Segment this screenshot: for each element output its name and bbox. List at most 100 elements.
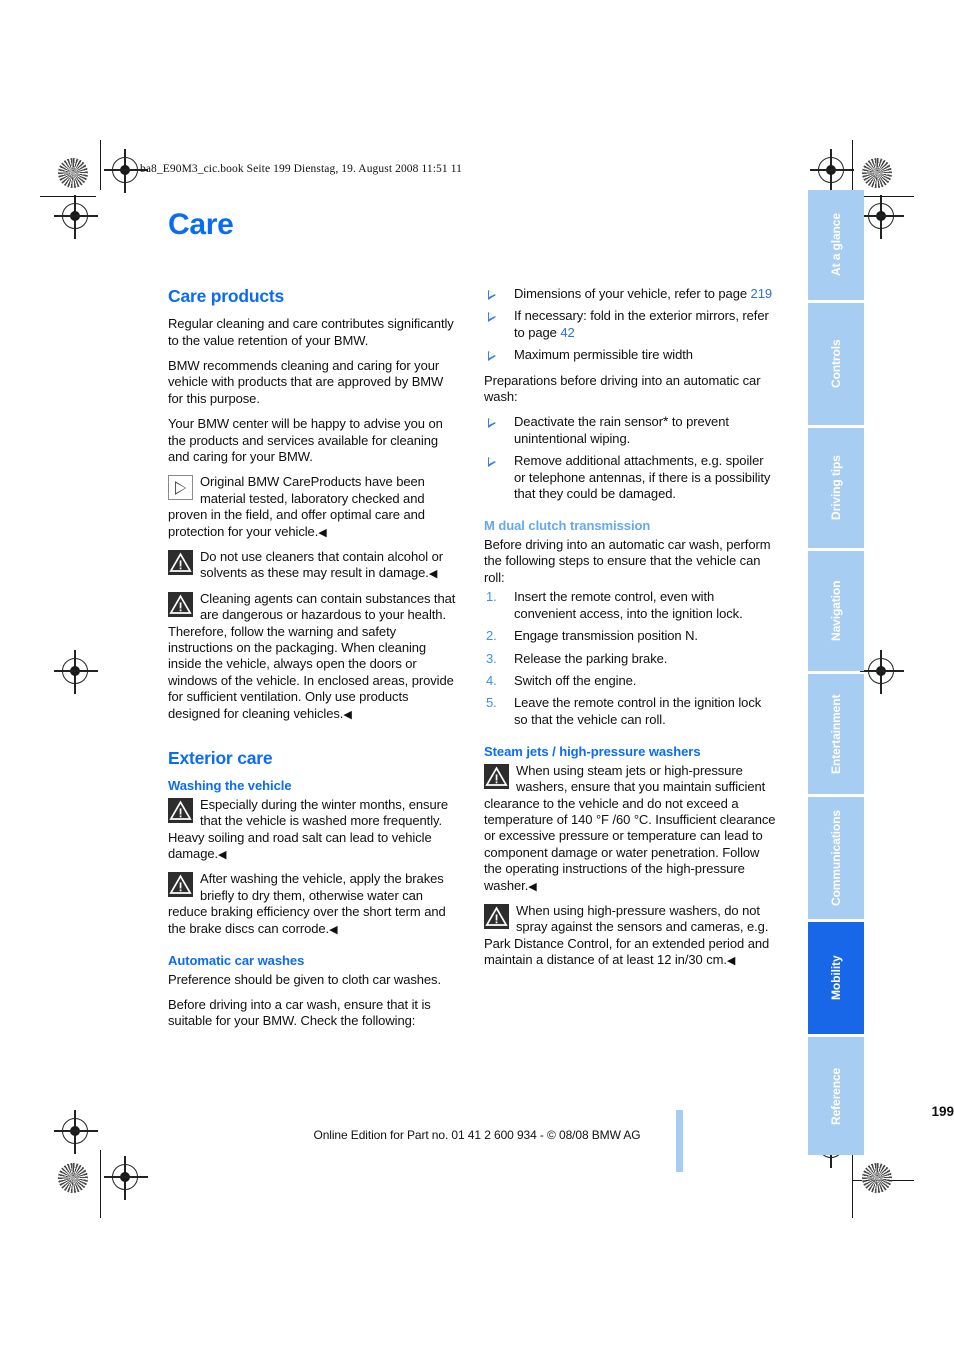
tab-label: Communications [829, 810, 843, 906]
warning-block: Do not use cleaners that contain alcohol… [168, 549, 460, 582]
warning-block: Especially during the winter months, ens… [168, 797, 460, 863]
registration-cross-left-mid [54, 650, 98, 694]
mdct-steps-list: 1. Insert the remote control, even with c… [484, 589, 776, 728]
warning-triangle-icon [484, 903, 509, 929]
list-item: 1. Insert the remote control, even with c… [484, 589, 776, 622]
warning-triangle-icon [168, 550, 193, 575]
paragraph: Your BMW center will be happy to advise … [168, 416, 443, 464]
tab-label: Navigation [829, 580, 843, 642]
note-block: Original BMW CareProducts have been mate… [168, 474, 460, 540]
step-number: 2. [486, 628, 497, 644]
warning-triangle-icon [484, 763, 509, 789]
page-reference-link[interactable]: 219 [751, 286, 773, 301]
list-item: 5. Leave the remote control in the igniti… [484, 695, 776, 728]
end-of-warning-marker: ◀ [428, 568, 438, 581]
step-text: Leave the remote control in the ignition… [514, 695, 762, 727]
registration-cross-right-mid [860, 650, 904, 694]
warning-triangle-icon [168, 797, 193, 823]
step-number: 1. [486, 589, 497, 605]
step-text: Release the parking brake. [514, 650, 668, 666]
step-number: 3. [486, 650, 497, 666]
warning-triangle-icon [168, 872, 193, 898]
chapter-tab-rail: At a glance Controls Driving tips Naviga… [808, 190, 864, 1158]
registration-cross-bottom-left [104, 1156, 148, 1200]
paragraph: Preference should be given to cloth car … [168, 971, 442, 987]
end-of-warning-marker: ◀ [218, 849, 227, 861]
source-file-header: ba8_E90M3_cic.book Seite 199 Dienstag, 1… [140, 163, 462, 175]
section-heading-care-products: Care products [168, 286, 285, 306]
end-of-note-marker: ◀ [318, 526, 327, 539]
tab-label: Entertainment [829, 694, 843, 774]
subsection-heading-washing-the-vehicle: Washing the vehicle [168, 778, 292, 794]
warning-block: When using high-pressure washers, do not… [484, 903, 776, 969]
note-triangle-icon [168, 475, 193, 501]
warning-triangle-icon [168, 591, 193, 617]
tab-communications[interactable]: Communications [808, 797, 864, 919]
warning-text: When using steam jets or high-pressure w… [484, 762, 776, 893]
page-title: Care [168, 208, 234, 241]
tab-controls[interactable]: Controls [808, 303, 864, 425]
crop-line-top-right-vertical [852, 140, 854, 190]
paragraph: Before driving into an automatic car was… [484, 537, 771, 585]
subsection-heading-m-dual-clutch-transmission: M dual clutch transmission [484, 518, 651, 534]
page-number: 199 [931, 1104, 954, 1119]
warning-block: When using steam jets or high-pressure w… [484, 763, 776, 894]
step-number: 4. [486, 672, 497, 688]
checklist: Dimensions of your vehicle, refer to pag… [484, 286, 776, 364]
list-item-text: If necessary: fold in the exterior mirro… [514, 308, 769, 340]
right-column: Dimensions of your vehicle, refer to pag… [484, 286, 776, 978]
paragraph: Regular cleaning and care contributes si… [168, 316, 454, 348]
tab-driving-tips[interactable]: Driving tips [808, 428, 864, 548]
crop-line-upper-left-horizontal [40, 196, 96, 198]
page-reference-link[interactable]: 42 [560, 325, 574, 340]
tab-label: Driving tips [829, 455, 843, 521]
list-item-text: Deactivate the rain sensor [514, 414, 663, 430]
crop-line-bottom-left-vertical [100, 1150, 102, 1218]
tab-label: Mobility [829, 955, 843, 1001]
paragraph-preparations-intro: Preparations before driving into an auto… [484, 372, 761, 405]
registration-cross-left-upper [54, 195, 98, 239]
list-item-text: Remove additional attachments, e.g. spoi… [514, 453, 771, 502]
crop-line-upper-right-horizontal [858, 196, 914, 198]
crop-line-top-left-vertical [100, 140, 102, 190]
note-text: Original BMW CareProducts have been mate… [168, 474, 425, 539]
paragraph: BMW recommends cleaning and caring for y… [168, 357, 444, 406]
end-of-warning-marker: ◀ [343, 708, 352, 721]
end-of-warning-marker: ◀ [329, 923, 338, 936]
list-item: If necessary: fold in the exterior mirro… [484, 308, 776, 341]
list-item-text: Dimensions of your vehicle, refer to pag… [514, 286, 751, 301]
list-item: 3. Release the parking brake. [484, 651, 776, 667]
tab-entertainment[interactable]: Entertainment [808, 674, 864, 794]
tab-navigation[interactable]: Navigation [808, 551, 864, 671]
step-text: Switch off the engine. [514, 672, 637, 688]
halftone-star-target-bottom-left [58, 1163, 88, 1193]
tab-label: At a glance [829, 213, 843, 277]
tab-label: Controls [829, 339, 843, 389]
crop-line-bottom-right-vertical [852, 1150, 854, 1218]
list-item: Remove additional attachments, e.g. spoi… [484, 453, 776, 502]
halftone-star-target [58, 158, 88, 188]
list-item: Maximum permissible tire width [484, 347, 776, 363]
end-of-warning-marker: ◀ [528, 880, 537, 893]
list-item: 4. Switch off the engine. [484, 673, 776, 689]
page-content: Care [168, 210, 788, 278]
warning-text: Cleaning agents can contain substances t… [168, 590, 456, 721]
end-of-warning-marker: ◀ [726, 955, 736, 968]
step-text: Engage transmission position N. [514, 628, 698, 644]
tab-mobility[interactable]: Mobility [808, 922, 864, 1034]
halftone-star-target-top-right [862, 158, 892, 188]
section-heading-exterior-care: Exterior care [168, 748, 273, 769]
list-item: 2. Engage transmission position N. [484, 628, 776, 644]
registration-cross-top-right [810, 149, 854, 193]
subsection-heading-steam-jets: Steam jets / high-pressure washers [484, 744, 701, 760]
paragraph: Before driving into a car wash, ensure t… [168, 997, 431, 1029]
footer-imprint: Online Edition for Part no. 01 41 2 600 … [313, 1128, 641, 1142]
left-column: Care products Regular cleaning and care … [168, 286, 460, 1039]
list-item: Dimensions of your vehicle, refer to pag… [484, 286, 776, 302]
two-column-body: Care products Regular cleaning and care … [168, 286, 792, 1106]
preparations-list: Deactivate the rain sensor* to prevent u… [484, 414, 776, 502]
halftone-star-target-bottom-right [862, 1163, 892, 1193]
tab-at-a-glance[interactable]: At a glance [808, 190, 864, 300]
list-item: Deactivate the rain sensor* to prevent u… [484, 414, 776, 447]
registration-cross-right-upper [860, 195, 904, 239]
